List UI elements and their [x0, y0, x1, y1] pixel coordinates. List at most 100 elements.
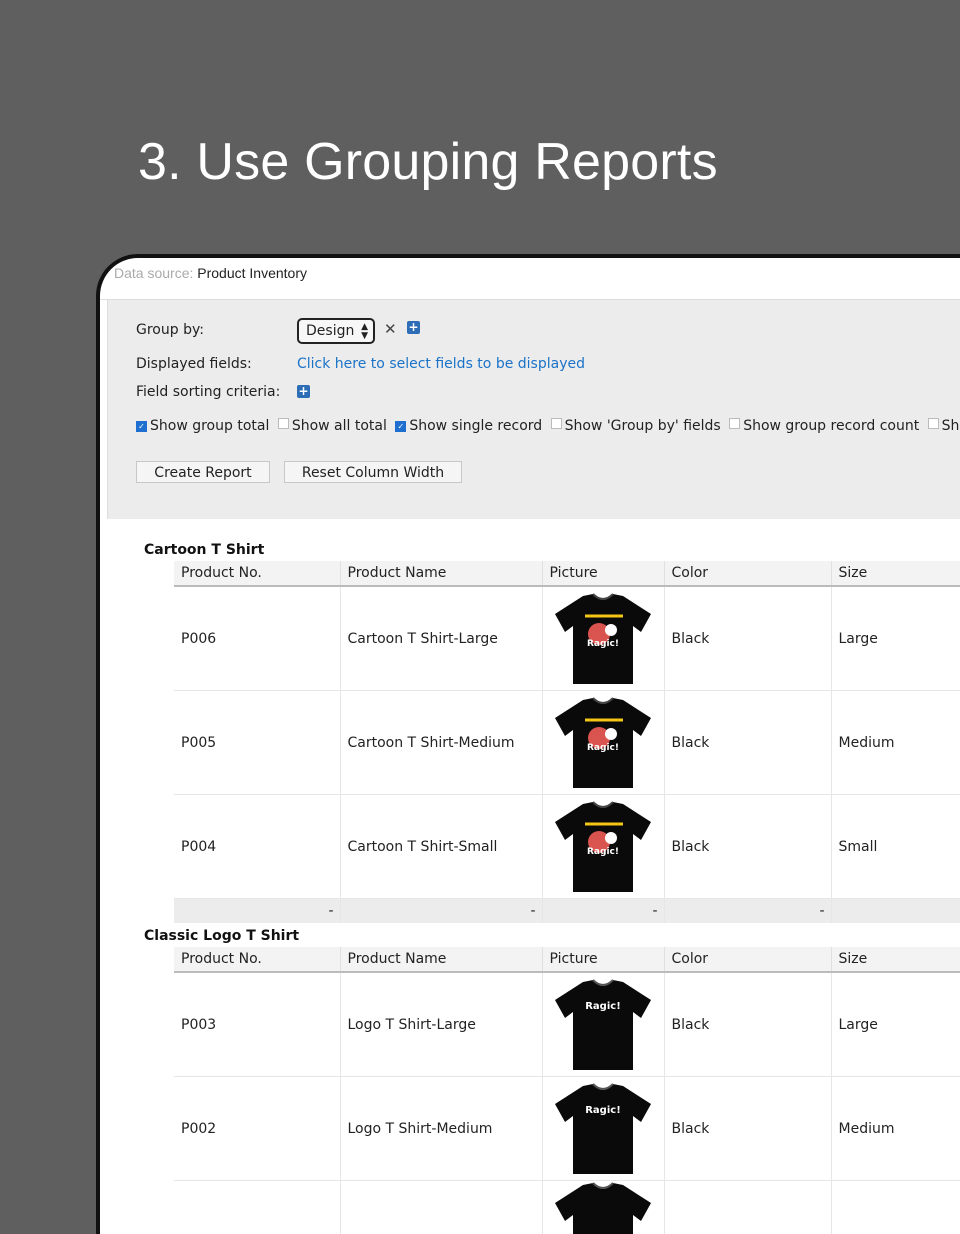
report-options: ✓Show group total Show all total ✓Show s…	[136, 418, 960, 434]
svg-text:Ragic!: Ragic!	[587, 743, 619, 753]
select-arrows-icon: ▲▼	[361, 323, 368, 341]
table-row[interactable]: P003 Logo T Shirt-Large Ragic! Black Lar…	[174, 972, 960, 1077]
report-settings-panel: Group by: Design ▲▼ ✕ + Displayed fields…	[107, 300, 960, 519]
group-by-select[interactable]: Design ▲▼	[297, 318, 375, 344]
svg-text:Ragic!: Ragic!	[587, 639, 619, 649]
total-cell: -	[340, 899, 542, 924]
reset-column-width-button[interactable]: Reset Column Width	[284, 461, 462, 483]
checkbox-icon[interactable]	[729, 418, 740, 429]
report-screen: Data source: Product Inventory Group by:…	[100, 258, 960, 1234]
checkbox-checked-icon[interactable]: ✓	[395, 421, 406, 432]
total-cell: -	[542, 899, 664, 924]
option-show-group-record-count[interactable]: Show group record count	[729, 418, 919, 434]
cell-product-name: Cartoon T Shirt-Small	[340, 795, 542, 899]
checkbox-checked-icon[interactable]: ✓	[136, 421, 147, 432]
data-source: Data source: Product Inventory	[114, 265, 307, 281]
cell-size: Medium	[831, 1077, 960, 1181]
create-report-button[interactable]: Create Report	[136, 461, 270, 483]
cartoon-tshirt-image: Ragic!	[553, 800, 653, 894]
checkbox-icon[interactable]	[551, 418, 562, 429]
group-by-label: Group by:	[136, 322, 204, 338]
column-header[interactable]: Product Name	[340, 561, 542, 586]
cartoon-tshirt-image: Ragic!	[553, 592, 653, 686]
table-row[interactable]: P004 Cartoon T Shirt-Small Ragic! Black …	[174, 795, 960, 899]
group-total-row: - - - -	[174, 899, 960, 924]
cell-product-no: P005	[174, 691, 340, 795]
table-row[interactable]	[174, 1181, 960, 1234]
group-title: Cartoon T Shirt	[144, 542, 264, 558]
total-cell	[831, 899, 960, 924]
cell-product-name: Cartoon T Shirt-Medium	[340, 691, 542, 795]
logo-tshirt-image	[553, 1181, 653, 1234]
table-row[interactable]: P002 Logo T Shirt-Medium Ragic! Black Me…	[174, 1077, 960, 1181]
table-header-row: Product No. Product Name Picture Color S…	[174, 947, 960, 972]
cell-product-name	[340, 1181, 542, 1234]
column-header[interactable]: Picture	[542, 947, 664, 972]
cell-picture[interactable]	[542, 1181, 664, 1234]
cell-product-no	[174, 1181, 340, 1234]
cell-product-no: P003	[174, 972, 340, 1077]
group-by-value: Design	[306, 323, 354, 339]
data-source-label: Data source:	[114, 265, 193, 281]
add-sort-icon[interactable]: +	[297, 385, 310, 398]
displayed-fields-label: Displayed fields:	[136, 356, 252, 372]
cell-size: Medium	[831, 691, 960, 795]
cartoon-tshirt-image: Ragic!	[553, 696, 653, 790]
option-show-single-record[interactable]: ✓Show single record	[395, 418, 542, 434]
option-show-group-total[interactable]: ✓Show group total	[136, 418, 269, 434]
cell-picture[interactable]: Ragic!	[542, 691, 664, 795]
cell-product-name: Logo T Shirt-Large	[340, 972, 542, 1077]
cell-product-no: P006	[174, 586, 340, 691]
device-frame: Data source: Product Inventory Group by:…	[96, 254, 960, 1234]
cell-product-no: P004	[174, 795, 340, 899]
cell-product-no: P002	[174, 1077, 340, 1181]
column-header[interactable]: Picture	[542, 561, 664, 586]
cell-picture[interactable]: Ragic!	[542, 1077, 664, 1181]
slide-title: 3. Use Grouping Reports	[138, 132, 718, 192]
column-header[interactable]: Product No.	[174, 561, 340, 586]
column-header[interactable]: Size	[831, 947, 960, 972]
logo-tshirt-image: Ragic!	[553, 978, 653, 1072]
total-cell: -	[174, 899, 340, 924]
column-header[interactable]: Size	[831, 561, 960, 586]
cell-product-name: Cartoon T Shirt-Large	[340, 586, 542, 691]
column-header[interactable]: Color	[664, 947, 831, 972]
cell-color	[664, 1181, 831, 1234]
cell-size: Small	[831, 795, 960, 899]
cell-size: Large	[831, 586, 960, 691]
logo-tshirt-image: Ragic!	[553, 1082, 653, 1176]
cell-picture[interactable]: Ragic!	[542, 972, 664, 1077]
option-show-group-by-fields[interactable]: Show 'Group by' fields	[551, 418, 721, 434]
data-source-value: Product Inventory	[197, 265, 307, 281]
checkbox-icon[interactable]	[928, 418, 939, 429]
cell-color: Black	[664, 586, 831, 691]
cell-color: Black	[664, 691, 831, 795]
column-header[interactable]: Product No.	[174, 947, 340, 972]
cell-size	[831, 1181, 960, 1234]
remove-group-icon[interactable]: ✕	[384, 320, 397, 338]
column-header[interactable]: Color	[664, 561, 831, 586]
sorting-label: Field sorting criteria:	[136, 384, 280, 400]
option-show-all-total[interactable]: Show all total	[278, 418, 387, 434]
cell-size: Large	[831, 972, 960, 1077]
checkbox-icon[interactable]	[278, 418, 289, 429]
total-cell: -	[664, 899, 831, 924]
svg-text:Ragic!: Ragic!	[587, 847, 619, 857]
group-table: Product No. Product Name Picture Color S…	[174, 561, 960, 923]
svg-text:Ragic!: Ragic!	[585, 1105, 621, 1116]
svg-text:Ragic!: Ragic!	[585, 1001, 621, 1012]
cell-color: Black	[664, 1077, 831, 1181]
cell-picture[interactable]: Ragic!	[542, 795, 664, 899]
cell-picture[interactable]: Ragic!	[542, 586, 664, 691]
select-fields-link[interactable]: Click here to select fields to be displa…	[297, 356, 585, 372]
cell-color: Black	[664, 972, 831, 1077]
option-show-more[interactable]: Show	[928, 418, 960, 434]
cell-color: Black	[664, 795, 831, 899]
table-row[interactable]: P005 Cartoon T Shirt-Medium Ragic! Black…	[174, 691, 960, 795]
add-group-icon[interactable]: +	[407, 321, 420, 334]
cell-product-name: Logo T Shirt-Medium	[340, 1077, 542, 1181]
column-header[interactable]: Product Name	[340, 947, 542, 972]
table-row[interactable]: P006 Cartoon T Shirt-Large Ragic! Black …	[174, 586, 960, 691]
group-title: Classic Logo T Shirt	[144, 928, 299, 944]
table-header-row: Product No. Product Name Picture Color S…	[174, 561, 960, 586]
